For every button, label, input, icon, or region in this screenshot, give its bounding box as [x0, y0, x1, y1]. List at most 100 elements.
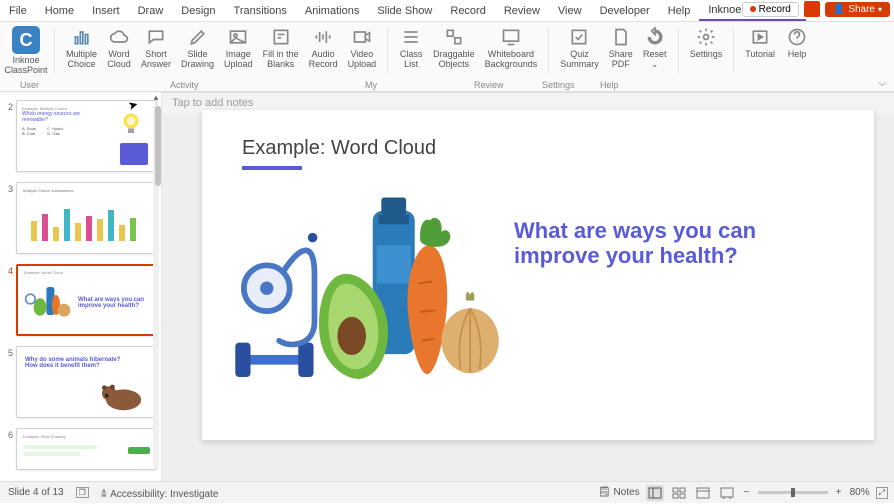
status-slide-indicator[interactable]: Slide 4 of 13 [8, 487, 64, 498]
thumb-number: 4 [4, 264, 16, 336]
notes-icon: 🗒 [598, 487, 611, 498]
tab-review[interactable]: Review [495, 0, 549, 21]
slide-canvas[interactable]: Example: Word Cloud What are ways you ca… [202, 110, 874, 440]
status-accessibility[interactable]: 𖠋Accessibility: Investigate [101, 486, 219, 500]
cmd-short-answer[interactable]: Short Answer [136, 24, 176, 71]
thumb-question: Why do some animals hibernate? How does … [17, 347, 156, 369]
tab-help[interactable]: Help [659, 0, 700, 21]
cmd-fill-blanks[interactable]: Fill in the Blanks [258, 24, 304, 71]
slide-thumbnail-6[interactable]: 6 Example: Slide Drawing [4, 428, 157, 470]
zoom-slider[interactable] [758, 491, 828, 494]
gear-icon [695, 26, 717, 48]
cmd-reset[interactable]: Reset⌄ [638, 24, 672, 72]
cmd-help[interactable]: Help [780, 24, 814, 61]
question-circle-icon [786, 26, 808, 48]
bear-icon [98, 379, 146, 411]
cmd-label: Quiz Summary [560, 49, 599, 69]
tab-file[interactable]: File [0, 0, 36, 21]
titlebar-action-icon[interactable] [804, 1, 820, 17]
cmd-label: Short Answer [141, 49, 171, 69]
thumb-number: 5 [4, 346, 16, 418]
cmd-audio-record[interactable]: Audio Record [304, 24, 343, 71]
record-label: Record [759, 4, 791, 15]
tab-record[interactable]: Record [441, 0, 494, 21]
slide-thumbnails-panel: 2 Example: Multiple Choice Which energy … [0, 92, 162, 481]
menu-bar: File Home Insert Draw Design Transitions… [0, 0, 894, 22]
cmd-label: Whiteboard Backgrounds [485, 49, 538, 69]
tab-insert[interactable]: Insert [83, 0, 129, 21]
status-bar: Slide 4 of 13 ❐ 𖠋Accessibility: Investig… [0, 481, 894, 503]
cmd-class-list[interactable]: Class List [394, 24, 428, 71]
cmd-tutorial[interactable]: Tutorial [740, 24, 780, 61]
view-sorter-button[interactable] [670, 485, 688, 501]
slide-thumbnail-3[interactable]: 3 Multiple Choice submissions [4, 182, 157, 254]
health-illustration [222, 188, 512, 398]
thumb-green-button-icon [128, 447, 150, 454]
list-icon [400, 26, 422, 48]
cmd-video-upload[interactable]: Video Upload [343, 24, 382, 71]
tab-design[interactable]: Design [172, 0, 224, 21]
tab-developer[interactable]: Developer [591, 0, 659, 21]
cmd-inknoe-classpoint[interactable]: C Inknoe ClassPoint [0, 24, 53, 77]
record-button[interactable]: Record [742, 2, 799, 17]
view-slideshow-button[interactable] [718, 485, 736, 501]
drag-icon [443, 26, 465, 48]
tab-slideshow[interactable]: Slide Show [368, 0, 441, 21]
slideshow-view-icon [720, 487, 734, 499]
cmd-quiz-summary[interactable]: Quiz Summary [555, 24, 604, 72]
collapse-ribbon-button[interactable]: ⌵ [878, 78, 886, 89]
thumb-number: 2 [4, 100, 16, 172]
normal-view-icon [648, 487, 662, 499]
notes-toggle[interactable]: 🗒 Notes [598, 487, 640, 498]
cmd-draggable-objects[interactable]: Draggable Objects [428, 24, 480, 71]
cmd-word-cloud[interactable]: Word Cloud [102, 24, 136, 71]
tab-draw[interactable]: Draw [129, 0, 173, 21]
share-label: Share [848, 4, 875, 15]
slide-thumbnail-4[interactable]: 4 Example: Word Cloud What are ways you … [4, 264, 157, 336]
share-button[interactable]: 👤Share▾ [825, 2, 890, 17]
accessibility-icon: 𖠋 [101, 489, 107, 500]
zoom-slider-handle[interactable] [791, 488, 795, 497]
cmd-multiple-choice[interactable]: Multiple Choice [61, 24, 102, 71]
cmd-label: Share PDF [609, 49, 633, 69]
cmd-label: Help [788, 49, 807, 59]
group-label-activity: Activity [170, 80, 199, 90]
scrollbar-handle[interactable] [155, 106, 161, 186]
classpoint-logo-icon: C [12, 26, 40, 54]
title-underline [242, 166, 302, 170]
audio-wave-icon [312, 26, 334, 48]
thumb-tag: Example: Word Cloud [18, 266, 155, 275]
reading-view-icon [696, 487, 710, 499]
view-reading-button[interactable] [694, 485, 712, 501]
tab-view[interactable]: View [549, 0, 591, 21]
group-label-help: Help [600, 80, 619, 90]
group-label-my: My [365, 80, 377, 90]
view-normal-button[interactable] [646, 485, 664, 501]
cmd-share-pdf[interactable]: Share PDF [604, 24, 638, 72]
tab-animations[interactable]: Animations [296, 0, 368, 21]
slide-thumbnail-5[interactable]: 5 Why do some animals hibernate? How doe… [4, 346, 157, 418]
tab-home[interactable]: Home [36, 0, 83, 21]
health-items-icon [24, 283, 72, 323]
cmd-image-upload[interactable]: Image Upload [219, 24, 258, 71]
cmd-label: Multiple Choice [66, 49, 97, 69]
language-icon[interactable]: ❐ [76, 487, 89, 498]
sorter-view-icon [672, 487, 686, 499]
whiteboard-icon [500, 26, 522, 48]
cloud-icon [108, 26, 130, 48]
zoom-percent[interactable]: 80% [850, 487, 870, 498]
tab-transitions[interactable]: Transitions [225, 0, 296, 21]
notes-placeholder: Tap to add notes [172, 97, 253, 109]
thumbnail-scrollbar[interactable]: ▴ [151, 92, 161, 481]
form-icon [270, 26, 292, 48]
cmd-settings[interactable]: Settings [685, 24, 728, 61]
slide-canvas-area: Example: Word Cloud What are ways you ca… [162, 92, 894, 481]
zoom-in-button[interactable]: + [834, 487, 844, 498]
fit-window-button[interactable]: ⤢ [876, 487, 888, 499]
cmd-slide-drawing[interactable]: Slide Drawing [176, 24, 219, 71]
cmd-whiteboard-backgrounds[interactable]: Whiteboard Backgrounds [480, 24, 543, 71]
zoom-out-button[interactable]: − [742, 487, 752, 498]
pencil-icon [187, 26, 209, 48]
scroll-up-icon[interactable]: ▴ [151, 92, 161, 103]
group-label-user: User [20, 80, 39, 90]
